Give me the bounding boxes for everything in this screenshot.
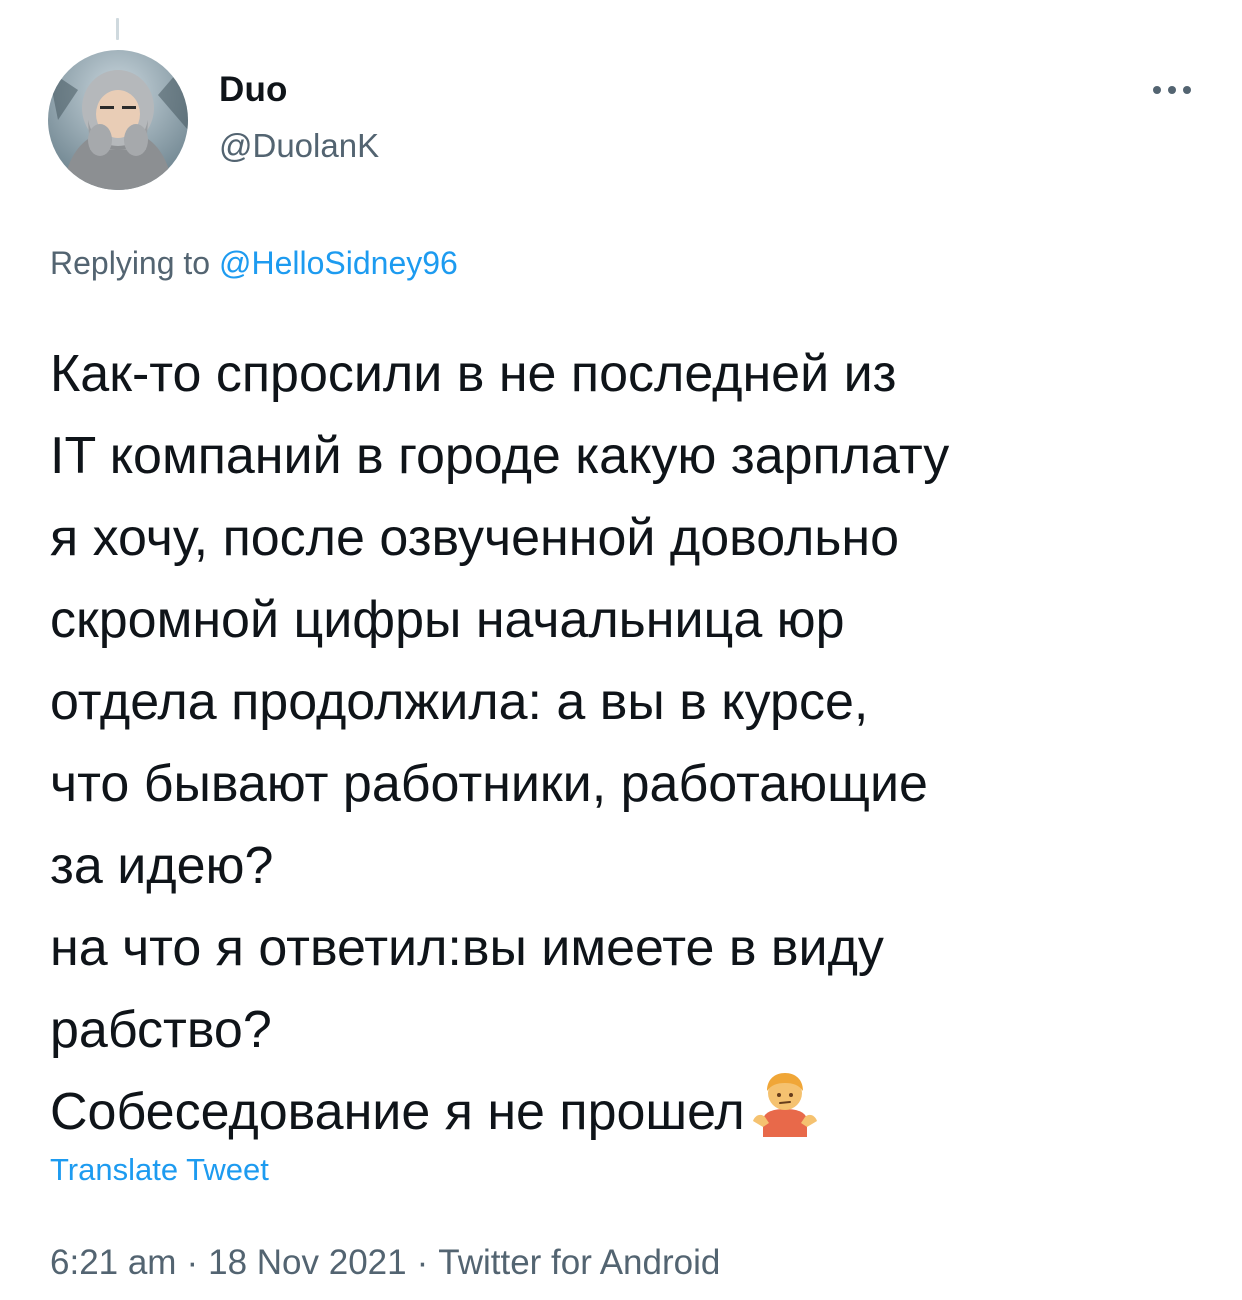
tweet-text-line: на что я ответил:вы имеете в виду xyxy=(50,919,884,977)
more-options-button[interactable] xyxy=(1142,72,1202,108)
tweet-text-line: за идею? xyxy=(50,837,274,895)
tweet-text-last-line: Собеседование я не прошел xyxy=(50,1071,1210,1163)
avatar-photo xyxy=(48,50,188,190)
tweet-text-line: что бывают работники, работающие xyxy=(50,755,928,813)
translate-tweet-link[interactable]: Translate Tweet xyxy=(50,1152,269,1188)
more-horizontal-icon xyxy=(1153,86,1191,94)
thread-connector-line xyxy=(116,18,119,40)
tweet-text-line: рабство? xyxy=(50,1001,272,1059)
replying-prefix: Replying to xyxy=(50,245,211,281)
tweet-date[interactable]: 18 Nov 2021 xyxy=(208,1243,406,1282)
replying-to: Replying to @HelloSidney96 xyxy=(50,245,458,282)
person-shrugging-emoji xyxy=(751,1071,819,1163)
meta-separator: · xyxy=(416,1243,429,1282)
reply-mention-link[interactable]: @HelloSidney96 xyxy=(219,245,458,281)
tweet-text-line: Собеседование я не прошел xyxy=(50,1083,745,1141)
tweet-time[interactable]: 6:21 am xyxy=(50,1243,176,1282)
author-handle[interactable]: @DuolanK xyxy=(219,127,379,165)
tweet-meta: 6:21 am · 18 Nov 2021 · Twitter for Android xyxy=(50,1243,720,1283)
tweet-text: Как-то спросили в не последней из IT ком… xyxy=(50,333,1210,1163)
tweet-text-line: я хочу, после озвученной довольно xyxy=(50,509,900,567)
meta-separator: · xyxy=(186,1243,199,1282)
avatar[interactable] xyxy=(48,50,188,190)
tweet-text-line: Как-то спросили в не последней из xyxy=(50,345,897,403)
tweet-text-line: IT компаний в городе какую зарплату xyxy=(50,427,950,485)
tweet-text-line: скромной цифры начальница юр xyxy=(50,591,845,649)
tweet-text-line: отдела продолжила: а вы в курсе, xyxy=(50,673,869,731)
author-display-name[interactable]: Duo xyxy=(219,70,288,110)
tweet-source[interactable]: Twitter for Android xyxy=(438,1243,720,1282)
